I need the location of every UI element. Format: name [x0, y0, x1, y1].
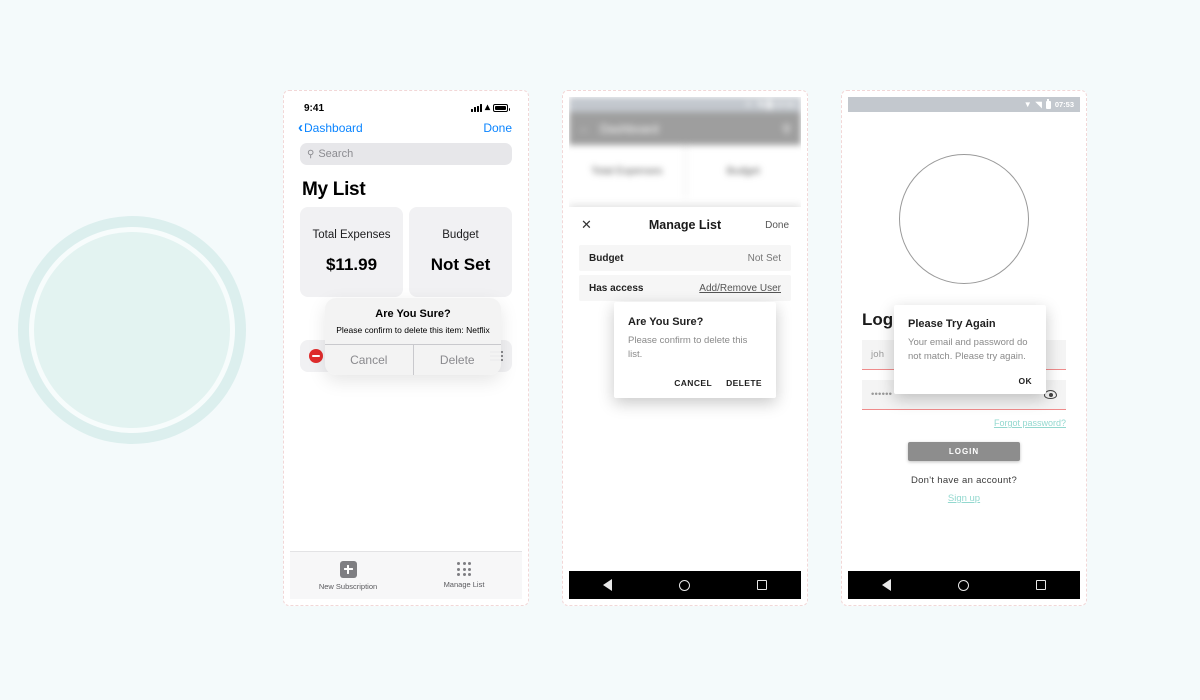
search-input[interactable]: ⚲ Search: [300, 143, 512, 165]
row-key: Has access: [589, 282, 644, 294]
cancel-button[interactable]: Cancel: [325, 345, 414, 375]
summary-cards: Total Expenses Budget: [569, 145, 801, 197]
page-title: My List: [302, 179, 366, 200]
phone-mockup-android-login: ▼ ◥ 07:53 Login joh •••••• Forgot passwo…: [841, 90, 1087, 606]
row-key: Budget: [589, 252, 624, 264]
delete-button[interactable]: Delete: [414, 345, 502, 375]
signal-icon: ◥: [1035, 99, 1042, 109]
ios-nav-bar: ‹ Dashboard Done: [290, 119, 522, 141]
card-budget[interactable]: Budget Not Set: [409, 207, 512, 297]
android-confirm-dialog: Are You Sure? Please confirm to delete t…: [614, 302, 776, 398]
android-status-time: 07:53: [1054, 100, 1074, 109]
chevron-left-icon: ‹: [298, 119, 303, 136]
android-status-time: 07:53: [775, 100, 795, 109]
close-x-icon[interactable]: ✕: [581, 217, 611, 233]
search-icon[interactable]: ⚲: [782, 122, 791, 136]
signal-bars-icon: [470, 104, 482, 112]
ios-status-icons: ▴: [470, 102, 510, 113]
no-account-text: Don't have an account?: [910, 475, 1018, 486]
dialog-actions: Cancel Delete: [325, 344, 501, 375]
done-button[interactable]: Done: [483, 121, 512, 135]
ios-status-bar: 9:41 ▴: [290, 97, 522, 119]
dialog-title: Are You Sure?: [628, 316, 704, 328]
password-field-value: ••••••: [871, 389, 893, 400]
battery-icon: [1045, 98, 1051, 109]
toolbar-title: Dashboard: [600, 121, 659, 136]
tab-label: New Subscription: [318, 581, 378, 591]
sheet-header: ✕ Manage List Done: [569, 207, 801, 241]
search-icon: ⚲: [307, 148, 315, 160]
ok-button[interactable]: OK: [1018, 376, 1032, 386]
nav-back-triangle-icon[interactable]: [881, 579, 891, 591]
wifi-icon: ▼: [744, 99, 753, 109]
android-manage-screen: ▼ ◥ 07:53 ← Dashboard ⚲ Total Expenses B…: [569, 97, 801, 599]
blurred-background: ▼ ◥ 07:53 ← Dashboard ⚲ Total Expenses B…: [569, 97, 801, 197]
login-button[interactable]: LOGIN: [908, 442, 1020, 461]
email-field-value: joh: [871, 349, 885, 360]
ios-tab-bar: New Subscription Manage List: [290, 551, 522, 599]
delete-button[interactable]: DELETE: [726, 378, 762, 388]
dialog-title: Please Try Again: [908, 318, 996, 330]
battery-icon: [766, 98, 772, 109]
card-label: Total Expenses: [312, 229, 391, 241]
ios-status-time: 9:41: [304, 102, 325, 114]
card-total-expenses: Total Expenses: [569, 145, 686, 197]
back-button-label: Dashboard: [304, 121, 363, 135]
android-login-screen: ▼ ◥ 07:53 Login joh •••••• Forgot passwo…: [848, 97, 1080, 599]
sign-up-link[interactable]: Sign up: [848, 493, 1080, 504]
dialog-message: Your email and password do not match. Pl…: [908, 337, 1028, 362]
sheet-row-has-access[interactable]: Has access Add/Remove User: [579, 275, 791, 301]
summary-cards: Total Expenses $11.99 Budget Not Set: [290, 207, 522, 297]
dialog-actions: CANCEL DELETE: [628, 378, 762, 388]
minus-circle-delete-icon[interactable]: [309, 349, 323, 363]
ios-confirm-dialog: Are You Sure? Please confirm to delete t…: [325, 298, 501, 375]
signal-icon: ◥: [756, 99, 763, 109]
android-toolbar: ← Dashboard ⚲: [569, 112, 801, 145]
tab-new-subscription[interactable]: New Subscription: [290, 552, 406, 599]
plus-square-icon: [339, 560, 357, 578]
dialog-message: Please confirm to delete this list.: [628, 335, 748, 360]
logo-circle-outline: [899, 154, 1029, 284]
cancel-button[interactable]: CANCEL: [674, 378, 712, 388]
grid-dots-icon: [457, 562, 471, 576]
forgot-password-link[interactable]: Forgot password?: [862, 418, 1066, 428]
card-value: $11.99: [325, 255, 378, 274]
add-remove-user-link[interactable]: Add/Remove User: [699, 283, 781, 294]
android-status-bar: ▼ ◥ 07:53: [848, 97, 1080, 112]
sheet-row-budget[interactable]: Budget Not Set: [579, 245, 791, 271]
android-nav-bar: [569, 571, 801, 599]
back-button[interactable]: ‹ Dashboard: [298, 119, 363, 136]
tab-manage-list[interactable]: Manage List: [406, 552, 522, 599]
dialog-actions: OK: [908, 376, 1032, 386]
wifi-icon: ▼: [1023, 99, 1032, 109]
dialog-message: Please confirm to delete this item: Netf…: [336, 325, 490, 335]
dialog-title: Are You Sure?: [375, 308, 451, 320]
done-button[interactable]: Done: [759, 220, 789, 231]
phone-mockup-android-manage: ▼ ◥ 07:53 ← Dashboard ⚲ Total Expenses B…: [562, 90, 808, 606]
back-arrow-icon[interactable]: ←: [579, 123, 590, 135]
card-total-expenses[interactable]: Total Expenses $11.99: [300, 207, 403, 297]
decorative-inner-circle: [34, 232, 230, 428]
ios-screen: 9:41 ▴ ‹ Dashboard Done ⚲ Search My List: [290, 97, 522, 599]
tab-label: Manage List: [443, 580, 485, 589]
nav-home-circle-icon[interactable]: [957, 579, 969, 591]
android-status-bar: ▼ ◥ 07:53: [569, 97, 801, 112]
login-error-dialog: Please Try Again Your email and password…: [894, 305, 1046, 394]
canvas: 9:41 ▴ ‹ Dashboard Done ⚲ Search My List: [0, 0, 1200, 700]
android-nav-bar: [848, 571, 1080, 599]
phone-mockup-ios: 9:41 ▴ ‹ Dashboard Done ⚲ Search My List: [283, 90, 529, 606]
nav-home-circle-icon[interactable]: [678, 579, 690, 591]
sheet-title: Manage List: [648, 218, 722, 232]
card-value: Not Set: [430, 255, 491, 274]
battery-full-icon: [493, 104, 510, 112]
nav-recents-square-icon[interactable]: [757, 580, 768, 590]
nav-back-triangle-icon[interactable]: [602, 579, 612, 591]
nav-recents-square-icon[interactable]: [1036, 580, 1047, 590]
search-placeholder: Search: [318, 148, 354, 160]
card-budget: Budget: [726, 165, 760, 177]
row-value: Not Set: [747, 252, 781, 264]
wifi-icon: ▴: [484, 102, 490, 113]
card-label: Budget: [442, 229, 479, 241]
